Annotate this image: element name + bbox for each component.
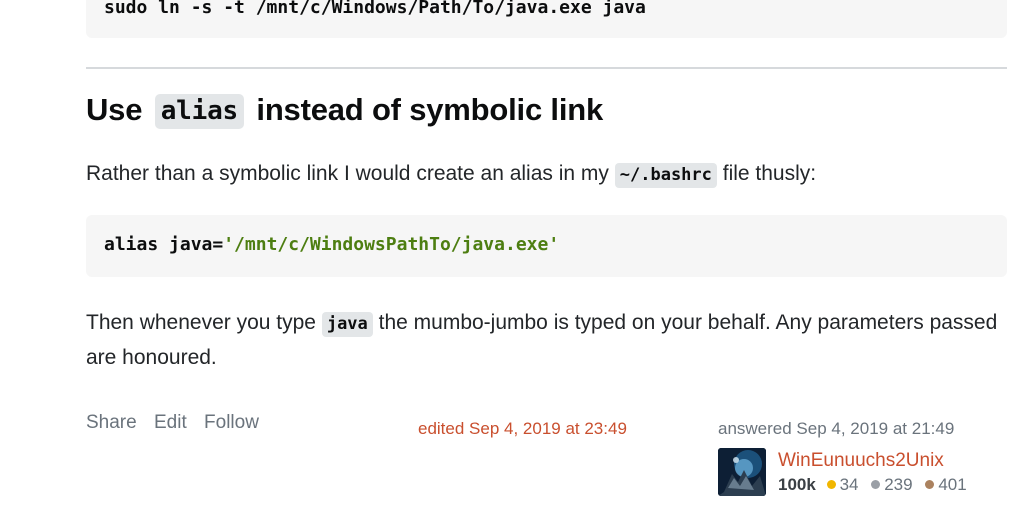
silver-badge-count: 239 (884, 475, 913, 494)
follow-link[interactable]: Follow (204, 412, 259, 433)
section-heading: Use alias instead of symbolic link (86, 92, 603, 129)
divider (86, 67, 1007, 69)
inline-code-bashrc: ~/.bashrc (614, 163, 717, 188)
inline-code-java: java (321, 312, 373, 337)
user-name-link[interactable]: WinEunuuchs2Unix (778, 450, 944, 472)
paragraph-intro-tail: file thusly: (722, 162, 817, 185)
silver-badge-icon (871, 480, 881, 489)
paragraph-explanation: Then whenever you type java the mumbo-ju… (86, 306, 1011, 374)
paragraph-intro-text: Rather than a symbolic link I would crea… (86, 162, 609, 185)
silver-badge: 239 (871, 475, 913, 494)
reputation-score: 100k (778, 475, 816, 494)
edit-link[interactable]: Edit (154, 412, 187, 433)
heading-keyword-code: alias (154, 94, 244, 129)
code-block-alias: alias java='/mnt/c/WindowsPathTo/java.ex… (86, 215, 1007, 277)
user-reputation: 100k 34 239 401 (778, 475, 975, 495)
code-alias-string: '/mnt/c/WindowsPathTo/java.exe' (223, 234, 560, 255)
heading-suffix: instead of symbolic link (256, 92, 604, 127)
heading-prefix: Use (86, 92, 143, 127)
paragraph-explanation-text: Then whenever you type (86, 311, 316, 334)
bronze-badge-count: 401 (938, 475, 967, 494)
post-actions: Share Edit Follow (86, 412, 271, 434)
gold-badge-count: 34 (839, 475, 859, 494)
code-block-symlink: sudo ln -s -t /mnt/c/Windows/Path/To/jav… (86, 0, 1007, 38)
code-alias-plain: alias java= (104, 234, 224, 255)
gold-badge: 34 (826, 475, 859, 494)
bronze-badge: 401 (925, 475, 967, 494)
answer-body: sudo ln -s -t /mnt/c/Windows/Path/To/jav… (0, 0, 1017, 524)
gold-badge-icon (826, 480, 836, 489)
answered-timestamp: answered Sep 4, 2019 at 21:49 (718, 419, 955, 438)
edited-timestamp-link[interactable]: edited Sep 4, 2019 at 23:49 (418, 419, 627, 439)
share-link[interactable]: Share (86, 412, 137, 433)
avatar[interactable] (718, 448, 766, 496)
paragraph-intro: Rather than a symbolic link I would crea… (86, 157, 816, 192)
avatar-image (718, 448, 766, 496)
bronze-badge-icon (925, 480, 935, 489)
